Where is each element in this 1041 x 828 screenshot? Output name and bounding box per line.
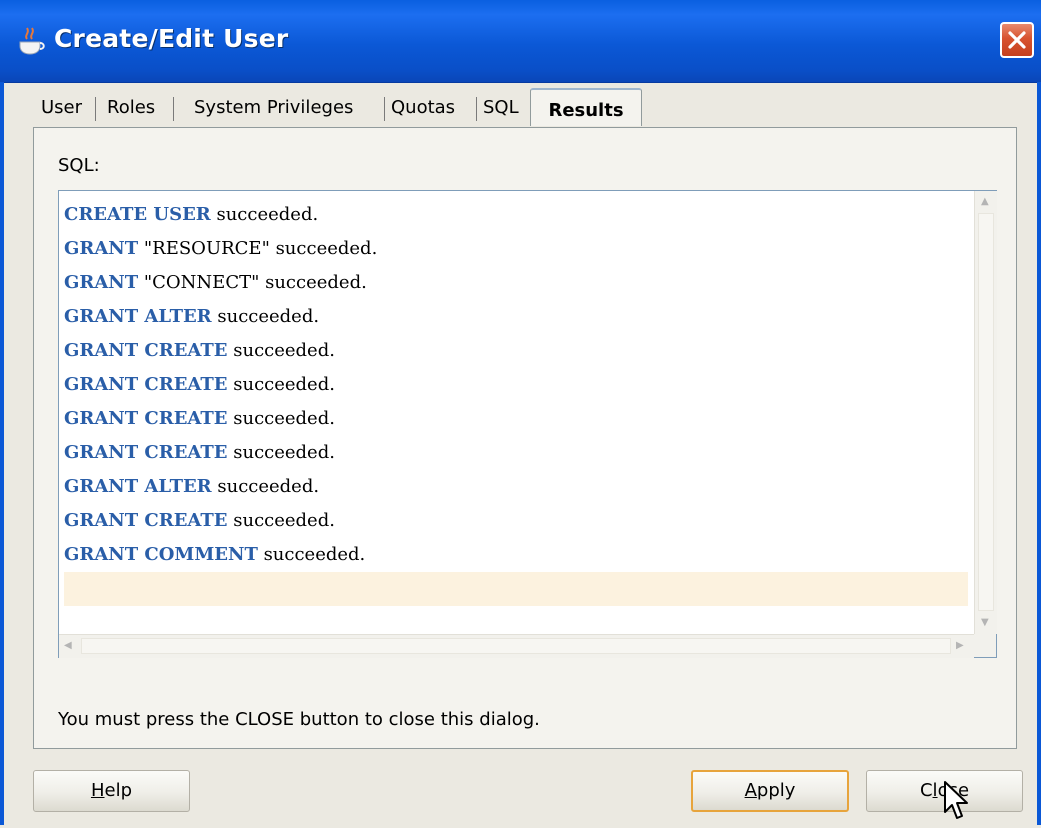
current-line-highlight	[64, 572, 968, 606]
close-x-icon[interactable]	[1000, 22, 1034, 58]
tab-divider	[384, 97, 385, 121]
sql-keyword: GRANT CREATE	[64, 374, 228, 395]
result-text: succeeded.	[211, 306, 320, 327]
sql-keyword: GRANT	[64, 272, 139, 293]
tab-divider	[95, 97, 96, 121]
result-text: succeeded.	[227, 408, 335, 429]
result-text: succeeded.	[227, 442, 335, 463]
tab-divider	[173, 97, 174, 121]
sql-keyword: GRANT CREATE	[64, 510, 228, 531]
apply-label: pply	[756, 780, 796, 801]
result-text: succeeded.	[211, 476, 320, 497]
result-text: succeeded.	[227, 374, 335, 395]
sql-keyword: GRANT ALTER	[64, 306, 212, 327]
sql-keyword: GRANT CREATE	[64, 408, 228, 429]
results-output: CREATE USER succeeded. GRANT "RESOURCE" …	[64, 198, 968, 572]
result-line: GRANT CREATE succeeded.	[64, 402, 968, 436]
vertical-scroll-thumb[interactable]	[978, 213, 994, 611]
result-text: succeeded.	[210, 204, 319, 225]
help-label: elp	[104, 780, 133, 801]
sql-label: SQL:	[58, 155, 100, 176]
result-text: succeeded.	[227, 340, 335, 361]
result-line: GRANT COMMENT succeeded.	[64, 538, 968, 572]
result-line: GRANT "CONNECT" succeeded.	[64, 266, 968, 300]
scroll-down-icon[interactable]: ▼	[981, 617, 989, 628]
scrollbar-corner	[974, 634, 996, 657]
result-text: "RESOURCE" succeeded.	[138, 238, 378, 259]
close-label-start: C	[919, 780, 933, 801]
mouse-pointer-icon	[943, 780, 973, 828]
apply-button[interactable]: Apply	[691, 770, 849, 812]
result-line: GRANT ALTER succeeded.	[64, 470, 968, 504]
scroll-up-icon[interactable]: ▲	[981, 196, 989, 207]
window-title: Create/Edit User	[54, 24, 289, 53]
sql-keyword: GRANT ALTER	[64, 476, 212, 497]
tab-quotas[interactable]: Quotas	[391, 94, 455, 122]
sql-keyword: CREATE USER	[64, 204, 211, 225]
result-line: GRANT CREATE succeeded.	[64, 436, 968, 470]
window-frame-right	[1037, 82, 1041, 825]
title-bar[interactable]: Create/Edit User	[0, 0, 1041, 83]
vertical-scrollbar[interactable]: ▲ ▼	[974, 191, 997, 634]
tab-system-privileges[interactable]: System Privileges	[194, 94, 353, 122]
result-text: succeeded.	[227, 510, 335, 531]
scroll-left-icon[interactable]: ◀	[64, 640, 72, 651]
sql-keyword: GRANT CREATE	[64, 340, 228, 361]
sql-keyword: GRANT	[64, 238, 139, 259]
help-mnemonic: H	[90, 780, 105, 801]
result-text: succeeded.	[257, 544, 366, 565]
tab-divider	[476, 97, 477, 121]
tab-sql[interactable]: SQL	[483, 94, 519, 122]
sql-keyword: GRANT COMMENT	[64, 544, 258, 565]
help-button[interactable]: Help	[33, 770, 190, 812]
result-line: GRANT CREATE succeeded.	[64, 334, 968, 368]
apply-mnemonic: A	[744, 780, 757, 801]
horizontal-scrollbar[interactable]: ◀ ▶	[59, 634, 974, 658]
window-frame-left	[0, 82, 4, 825]
java-cup-icon	[14, 24, 48, 58]
sql-keyword: GRANT CREATE	[64, 442, 228, 463]
result-line: GRANT CREATE succeeded.	[64, 504, 968, 538]
result-text: "CONNECT" succeeded.	[138, 272, 367, 293]
scroll-right-icon[interactable]: ▶	[956, 640, 964, 651]
result-line: GRANT ALTER succeeded.	[64, 300, 968, 334]
result-line: GRANT CREATE succeeded.	[64, 368, 968, 402]
tab-roles[interactable]: Roles	[107, 94, 155, 122]
tab-results[interactable]: Results	[530, 88, 642, 126]
tab-user[interactable]: User	[41, 94, 82, 122]
result-line: CREATE USER succeeded.	[64, 198, 968, 232]
close-notice: You must press the CLOSE button to close…	[58, 709, 540, 730]
result-line: GRANT "RESOURCE" succeeded.	[64, 232, 968, 266]
horizontal-scroll-thumb[interactable]	[81, 638, 951, 654]
